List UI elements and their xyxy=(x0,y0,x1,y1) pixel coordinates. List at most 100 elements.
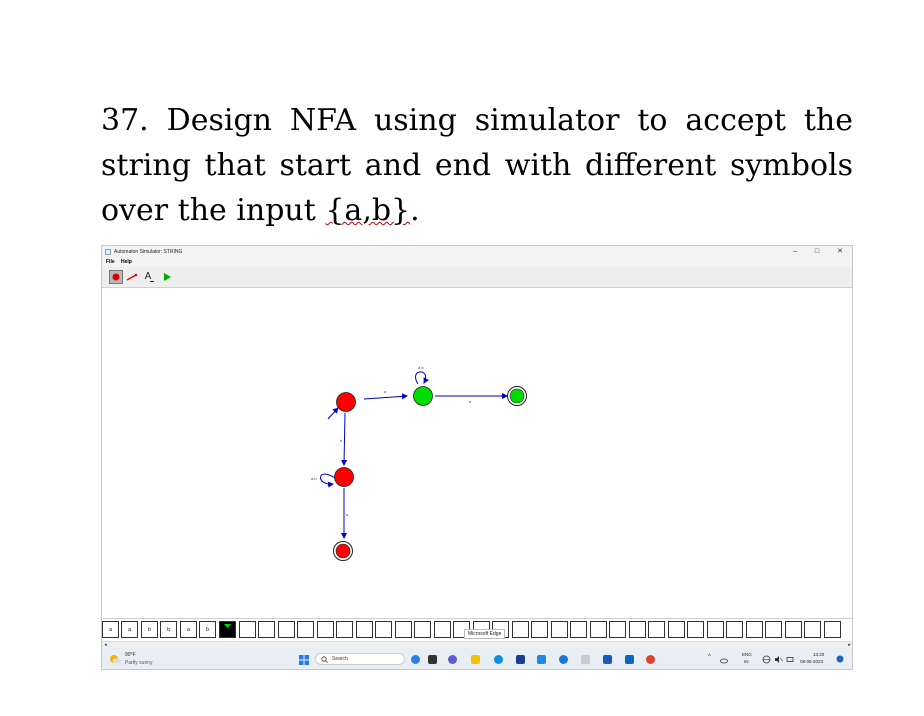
text-tool-icon xyxy=(150,281,154,282)
teams-icon[interactable] xyxy=(448,655,457,664)
tape-cell[interactable] xyxy=(317,621,334,638)
transition-label-q3-q4: a xyxy=(346,512,349,517)
state-q2[interactable] xyxy=(509,388,525,404)
close-button[interactable]: ✕ xyxy=(829,246,851,258)
tape-cell[interactable] xyxy=(687,621,704,638)
tape-cell[interactable]: a xyxy=(121,621,138,638)
transition-tool-button[interactable] xyxy=(125,270,139,284)
tape-cell[interactable]: b xyxy=(160,621,177,638)
tape-cell[interactable]: b xyxy=(141,621,158,638)
tape-cell[interactable] xyxy=(590,621,607,638)
taskbar-search-box[interactable]: Search xyxy=(315,653,405,665)
toolbar: A xyxy=(102,267,852,288)
app-icon xyxy=(105,249,111,255)
tape-cell[interactable] xyxy=(297,621,314,638)
tape-cell[interactable] xyxy=(395,621,412,638)
search-icon xyxy=(321,656,328,663)
tape-cell[interactable] xyxy=(551,621,568,638)
weather-temp: 90°F xyxy=(125,652,136,658)
edge-icon[interactable] xyxy=(494,655,503,664)
tape-cell[interactable] xyxy=(824,621,841,638)
tape-cell[interactable]: b xyxy=(199,621,216,638)
minimize-button[interactable]: – xyxy=(784,246,806,258)
tape-cell[interactable] xyxy=(609,621,626,638)
tape-cell[interactable] xyxy=(765,621,782,638)
simulator-window: Automaton Simulator: STRING – □ ✕ File H… xyxy=(101,245,853,670)
transition-q0-q1[interactable] xyxy=(363,393,408,400)
question-number: 37. xyxy=(101,103,149,138)
state-q4[interactable] xyxy=(335,543,351,559)
tape-cell[interactable] xyxy=(629,621,646,638)
tape-cell[interactable] xyxy=(434,621,451,638)
menu-help[interactable]: Help xyxy=(121,258,132,267)
tape-cell[interactable] xyxy=(785,621,802,638)
language-bottom[interactable]: IN xyxy=(744,659,749,664)
tape-head-cell[interactable] xyxy=(219,621,236,638)
state-q0[interactable] xyxy=(336,392,356,412)
tape-cell[interactable] xyxy=(726,621,743,638)
tape-cell[interactable] xyxy=(746,621,763,638)
maximize-button[interactable]: □ xyxy=(806,246,828,258)
transition-q0-q3[interactable] xyxy=(341,412,348,466)
automaton-diagram: a a,b b b a,b a xyxy=(311,365,527,561)
taskbar-tooltip: Microsoft Edge xyxy=(464,629,506,639)
battery-icon[interactable] xyxy=(786,655,795,664)
tape-cell[interactable] xyxy=(668,621,685,638)
app-icon-6[interactable] xyxy=(516,655,525,664)
word-icon[interactable] xyxy=(603,655,612,664)
play-icon xyxy=(164,273,171,281)
clock-date[interactable]: 08-06-2023 xyxy=(800,659,823,664)
tape-cell[interactable] xyxy=(258,621,275,638)
help-icon[interactable] xyxy=(559,655,568,664)
language-top[interactable]: ENG xyxy=(742,652,752,657)
tape-cell[interactable] xyxy=(375,621,392,638)
transition-q3-loop[interactable] xyxy=(320,473,336,488)
tape-cell[interactable]: a xyxy=(180,621,197,638)
transition-q1-loop[interactable] xyxy=(415,371,429,385)
state-tool-button[interactable] xyxy=(109,270,123,284)
tape-cell[interactable] xyxy=(648,621,665,638)
weather-desc: Partly sunny xyxy=(125,660,153,666)
windows-taskbar: 90°F Partly sunny Search ^ ENG IN 13:20 … xyxy=(102,648,852,669)
chrome-icon[interactable] xyxy=(646,655,655,664)
weather-icon[interactable] xyxy=(108,653,122,665)
automaton-canvas[interactable]: a a,b b b a,b a xyxy=(102,288,852,618)
text-tool-button[interactable]: A xyxy=(141,270,155,284)
tape-cell[interactable] xyxy=(707,621,724,638)
app-icon-9[interactable] xyxy=(581,655,590,664)
file-explorer-icon[interactable] xyxy=(471,655,480,664)
state-q1[interactable] xyxy=(413,386,433,406)
clock-time[interactable]: 13:20 xyxy=(813,652,824,657)
app-icon-2[interactable] xyxy=(428,655,437,664)
speaker-icon[interactable] xyxy=(774,655,783,664)
tape-cell[interactable] xyxy=(278,621,295,638)
photos-icon[interactable] xyxy=(625,655,634,664)
title-bar: Automaton Simulator: STRING – □ ✕ xyxy=(102,246,852,258)
tape-cell[interactable] xyxy=(356,621,373,638)
question-text: 37. Design NFA using simulator to accept… xyxy=(101,98,853,233)
windows-start-icon[interactable] xyxy=(299,655,309,665)
window-title: Automaton Simulator: STRING xyxy=(114,249,183,255)
chevron-up-icon[interactable]: ^ xyxy=(708,654,711,660)
question-end: . xyxy=(410,193,420,228)
tape-cell[interactable] xyxy=(512,621,529,638)
state-q3[interactable] xyxy=(334,467,354,487)
start-arrow xyxy=(327,407,339,420)
tape-cell[interactable] xyxy=(570,621,587,638)
tape-cell[interactable] xyxy=(336,621,353,638)
menu-file[interactable]: File xyxy=(106,258,115,267)
app-icon-1[interactable] xyxy=(411,655,420,664)
tape-cell[interactable] xyxy=(804,621,821,638)
transition-label-q0-q1: a xyxy=(384,389,387,394)
menu-bar: File Help xyxy=(102,258,852,267)
notification-icon[interactable] xyxy=(836,655,844,663)
run-button[interactable] xyxy=(160,270,174,284)
tape-cell[interactable] xyxy=(239,621,256,638)
globe-icon[interactable] xyxy=(762,655,771,664)
tape-cell[interactable] xyxy=(414,621,431,638)
tape-cell[interactable]: a xyxy=(102,621,119,638)
cloud-icon[interactable] xyxy=(720,656,728,664)
tape-cell[interactable] xyxy=(531,621,548,638)
transition-label-q0-q3: b xyxy=(340,438,343,443)
app-icon-7[interactable] xyxy=(537,655,546,664)
